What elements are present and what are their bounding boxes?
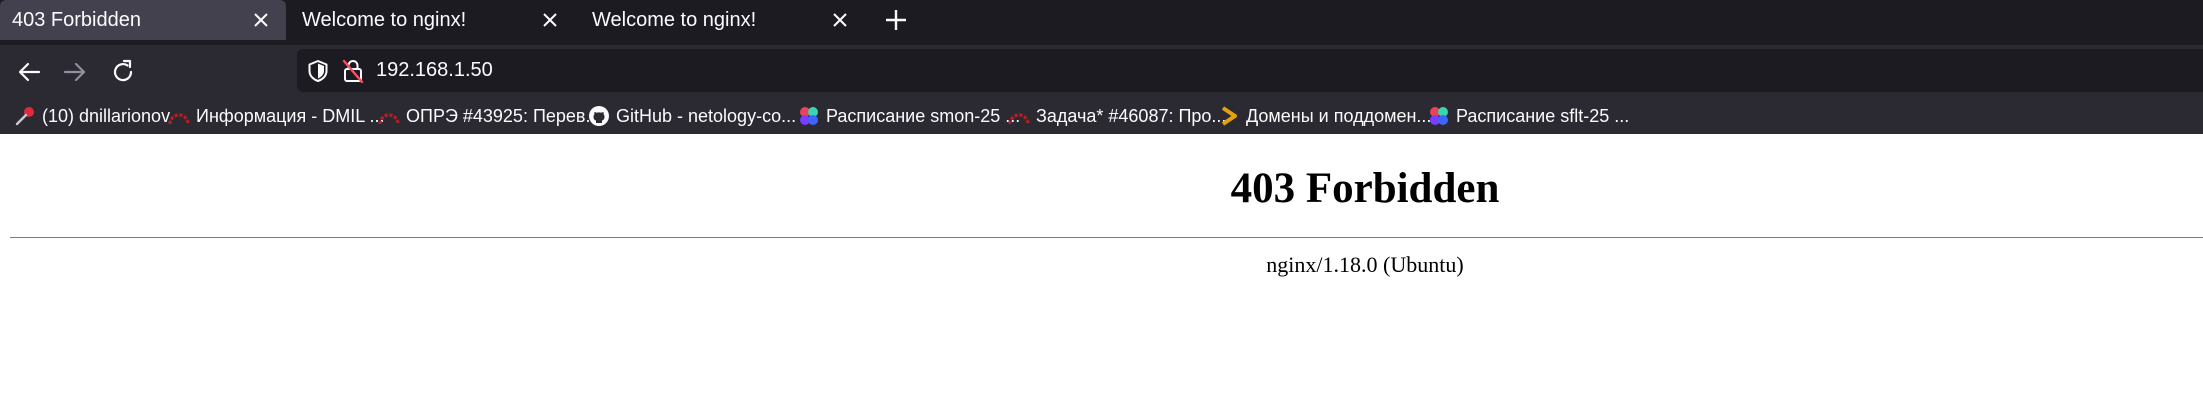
server-signature: nginx/1.18.0 (Ubuntu) <box>1266 252 1464 277</box>
divider <box>10 237 2203 238</box>
bookmark-item[interactable]: Информация - DMIL ... <box>168 103 385 129</box>
bookmark-label: Задача* #46087: Про... <box>1036 105 1227 126</box>
tab-strip: 403 Forbidden Welcome to nginx! Welcome … <box>0 0 2203 45</box>
pin-icon <box>15 107 34 126</box>
bookmark-label: (10) dnillarionov <box>42 105 171 126</box>
bookmark-label: GitHub - netology-co... <box>616 105 797 126</box>
redmine-icon <box>378 113 400 125</box>
bookmark-item[interactable]: Задача* #46087: Про... <box>1008 103 1226 129</box>
bookmark-item[interactable]: Расписание smon-25 ... <box>798 103 1020 129</box>
chevron-icon <box>1221 106 1237 126</box>
bookmark-item[interactable]: Расписание sflt-25 ... <box>1428 103 1629 129</box>
tab-welcome-nginx-1[interactable]: Welcome to nginx! <box>290 0 575 40</box>
address-bar[interactable]: 192.168.1.50 <box>297 49 2203 92</box>
bookmark-label: Расписание sflt-25 ... <box>1456 105 1630 126</box>
redmine-icon <box>168 113 190 125</box>
url-text[interactable]: 192.168.1.50 <box>376 59 493 82</box>
bookmark-label: ОПРЭ #43925: Перев... <box>406 105 601 126</box>
bookmark-item[interactable]: ОПРЭ #43925: Перев... <box>378 103 600 129</box>
bookmark-item[interactable]: (10) dnillarionov <box>14 103 170 129</box>
bookmark-label: Домены и поддомен... <box>1246 105 1432 126</box>
bookmarks-toolbar: (10) dnillarionov Информация - DMIL ... … <box>0 97 2203 134</box>
tab-title: 403 Forbidden <box>12 8 141 31</box>
insecure-lock-icon[interactable] <box>341 58 365 84</box>
tab-welcome-nginx-2[interactable]: Welcome to nginx! <box>580 0 865 40</box>
forward-arrow-icon[interactable] <box>60 57 90 87</box>
bookmark-item[interactable]: GitHub - netology-co... <box>588 103 796 129</box>
close-icon[interactable] <box>250 9 272 31</box>
netology-icon <box>800 107 818 125</box>
bookmark-item[interactable]: Домены и поддомен... <box>1218 103 1431 129</box>
page-heading: 403 Forbidden <box>1230 165 1500 212</box>
new-tab-button[interactable] <box>880 4 912 36</box>
github-icon <box>589 106 609 126</box>
bookmark-label: Информация - DMIL ... <box>196 105 385 126</box>
tab-title: Welcome to nginx! <box>592 8 757 31</box>
bookmark-label: Расписание smon-25 ... <box>826 105 1021 126</box>
netology-icon <box>1430 107 1448 125</box>
tab-403-forbidden[interactable]: 403 Forbidden <box>0 0 286 40</box>
close-icon[interactable] <box>539 9 561 31</box>
navigation-toolbar: 192.168.1.50 <box>0 45 2203 97</box>
page-content: 403 Forbidden nginx/1.18.0 (Ubuntu) <box>0 134 2203 401</box>
shield-icon[interactable] <box>307 59 329 83</box>
back-arrow-icon[interactable] <box>14 57 44 87</box>
redmine-icon <box>1008 113 1030 125</box>
reload-icon[interactable] <box>108 57 138 87</box>
tab-title: Welcome to nginx! <box>302 8 467 31</box>
close-icon[interactable] <box>829 9 851 31</box>
